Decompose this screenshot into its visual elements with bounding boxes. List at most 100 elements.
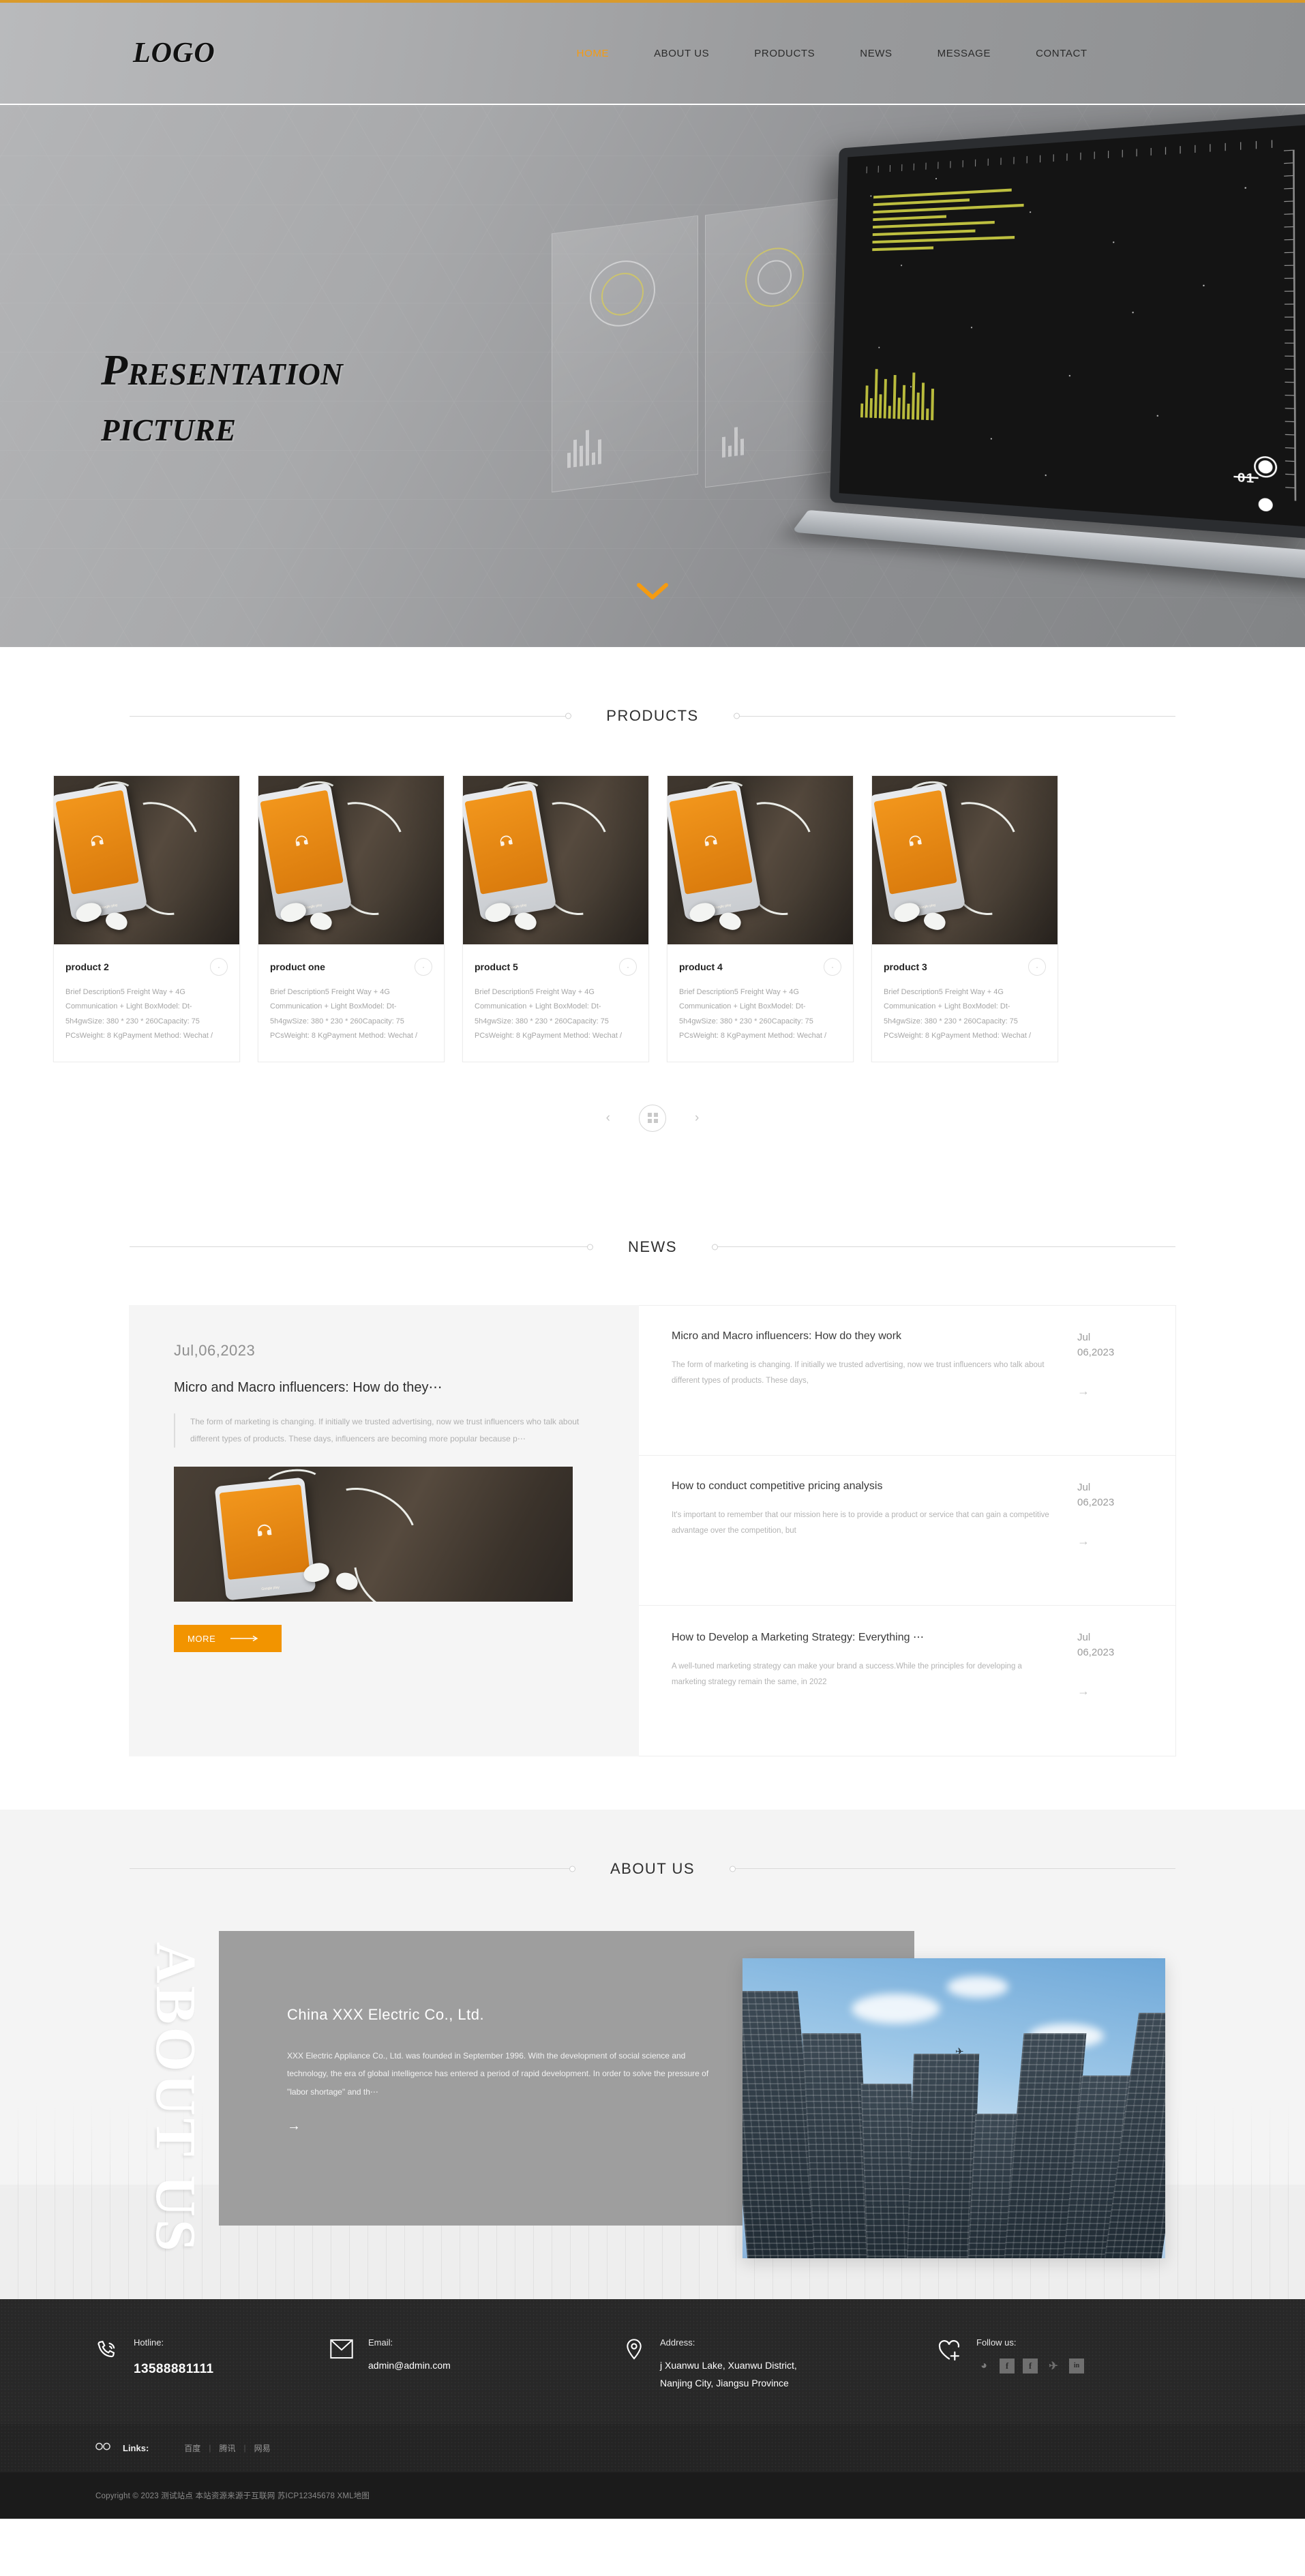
footer-address-label: Address: — [660, 2337, 695, 2348]
featured-news-card[interactable]: Jul,06,2023 Micro and Macro influencers:… — [129, 1304, 639, 1756]
footer-address-value: j Xuanwu Lake, Xuanwu District, Nanjing … — [660, 2357, 797, 2393]
news-list-item[interactable]: How to Develop a Marketing Strategy: Eve… — [639, 1606, 1175, 1756]
nav-item-contact[interactable]: CONTACT — [1036, 48, 1088, 59]
grid-icon[interactable] — [639, 1104, 666, 1132]
heading-line-right — [712, 1244, 1175, 1250]
product-detail-button[interactable]: · — [210, 958, 228, 976]
footer-contact-bar: Hotline: 13588881111 Email: admin@admin.… — [0, 2298, 1305, 2424]
footer-copyright-bar: Copyright © 2023 测试站点 本站资源来源于互联网 苏ICP123… — [0, 2472, 1305, 2519]
news-title: NEWS — [628, 1238, 677, 1255]
linkedin-icon[interactable]: in — [1069, 2358, 1084, 2373]
hero-title-line1: Presentation — [101, 346, 344, 394]
heading-line-left — [130, 713, 572, 719]
news-more-button[interactable]: MORE — [174, 1625, 282, 1653]
product-detail-button[interactable]: · — [619, 958, 637, 976]
product-detail-button[interactable]: · — [415, 958, 432, 976]
arrow-right-icon[interactable]: → — [1077, 1684, 1090, 1698]
nav-item-news[interactable]: NEWS — [860, 48, 892, 59]
hero-slide-dot-2[interactable] — [1258, 497, 1273, 512]
product-card[interactable]: Google play product 2 · Brief Descriptio… — [53, 775, 240, 1062]
footer-link-netease[interactable]: 网易 — [254, 2442, 271, 2454]
laptop-screen: 01 — [830, 113, 1305, 540]
main-navigation: HOME ABOUT US PRODUCTS NEWS MESSAGE CONT… — [577, 48, 1088, 59]
product-detail-button[interactable]: · — [824, 958, 841, 976]
product-card[interactable]: Google play product one · Brief Descript… — [258, 775, 445, 1062]
facebook-icon[interactable]: f — [1000, 2358, 1015, 2373]
featured-news-date: Jul,06,2023 — [174, 1341, 256, 1359]
hero-banner: Presentation picture 01 — [0, 105, 1305, 647]
product-detail-button[interactable]: · — [1028, 958, 1046, 976]
news-list-item[interactable]: How to conduct competitive pricing analy… — [639, 1456, 1175, 1606]
carousel-next-button[interactable]: › — [695, 1111, 699, 1126]
news-item-date: Jul 06,2023 — [1077, 1630, 1114, 1661]
product-description: Brief Description5 Freight Way + 4G Comm… — [884, 988, 1032, 1040]
product-description: Brief Description5 Freight Way + 4G Comm… — [679, 988, 827, 1040]
product-name: product 5 — [475, 961, 518, 972]
laptop-illustration: 01 — [792, 113, 1305, 585]
link-separator: | — [243, 2443, 246, 2453]
product-name: product 2 — [65, 961, 109, 972]
news-item-date-month: Jul — [1077, 1481, 1091, 1493]
news-item-excerpt: It's important to remember that our miss… — [672, 1510, 1049, 1536]
news-item-date-month: Jul — [1077, 1331, 1091, 1343]
link-separator: | — [209, 2443, 211, 2453]
facebook-alt-icon[interactable]: f — [1023, 2358, 1038, 2373]
product-image: Google play — [463, 776, 648, 944]
hero-title-line2: picture — [101, 401, 237, 450]
hero-title: Presentation picture — [101, 342, 343, 454]
news-item-excerpt: The form of marketing is changing. If in… — [672, 1360, 1045, 1386]
footer-link-tencent[interactable]: 腾讯 — [219, 2442, 235, 2454]
about-section-heading: ABOUT US — [0, 1860, 1305, 1878]
product-description: Brief Description5 Freight Way + 4G Comm… — [475, 988, 622, 1040]
hero-slide-number: 01 — [1237, 470, 1255, 486]
screen-waveform — [860, 358, 935, 421]
chevron-down-icon[interactable] — [636, 581, 669, 605]
news-item-title: How to Develop a Marketing Strategy: Eve… — [672, 1631, 924, 1643]
carousel-prev-button[interactable]: ‹ — [606, 1111, 610, 1126]
news-item-date: Jul 06,2023 — [1077, 1330, 1114, 1361]
about-more-arrow-icon[interactable]: → — [287, 2118, 301, 2134]
footer-hotline-block: Hotline: 13588881111 — [57, 2337, 330, 2381]
footer-email-value[interactable]: admin@admin.com — [368, 2357, 451, 2375]
news-list-item[interactable]: Micro and Macro influencers: How do they… — [639, 1306, 1175, 1456]
footer-hotline-value[interactable]: 13588881111 — [134, 2357, 214, 2381]
footer-follow-block: Follow us: ◕ f f ✈ in — [937, 2337, 1248, 2373]
product-name: product 4 — [679, 961, 723, 972]
arrow-right-icon[interactable]: → — [1077, 1384, 1090, 1398]
heading-line-right — [733, 713, 1176, 719]
product-name: product one — [270, 961, 325, 972]
product-image: Google play — [872, 776, 1058, 944]
product-card[interactable]: Google play product 3 · Brief Descriptio… — [871, 775, 1058, 1062]
news-item-title: How to conduct competitive pricing analy… — [672, 1480, 883, 1492]
hero-illustration: 01 — [541, 105, 1305, 647]
news-more-label: MORE — [188, 1633, 216, 1644]
featured-news-image: Google play — [174, 1467, 573, 1602]
nav-item-message[interactable]: MESSAGE — [937, 48, 991, 59]
location-pin-icon — [623, 2339, 645, 2367]
site-logo[interactable]: LOGO — [133, 37, 215, 70]
footer-hotline-label: Hotline: — [134, 2337, 164, 2348]
product-card[interactable]: Google play product 5 · Brief Descriptio… — [462, 775, 649, 1062]
nav-item-products[interactable]: PRODUCTS — [754, 48, 815, 59]
news-item-excerpt: A well-tuned marketing strategy can make… — [672, 1662, 1022, 1687]
product-card[interactable]: Google play product 4 · Brief Descriptio… — [667, 775, 854, 1062]
news-content: Jul,06,2023 Micro and Macro influencers:… — [129, 1304, 1176, 1756]
footer-social-links: ◕ f f ✈ in — [976, 2358, 1084, 2373]
product-description: Brief Description5 Freight Way + 4G Comm… — [65, 988, 213, 1040]
footer-friend-links: 百度 | 腾讯 | 网易 — [184, 2442, 270, 2454]
footer-address-block: Address: j Xuanwu Lake, Xuanwu District,… — [623, 2337, 937, 2393]
hologram-panel-2 — [705, 196, 852, 488]
twitter-icon[interactable]: ✈ — [1046, 2358, 1061, 2373]
news-item-date-day: 06,2023 — [1077, 1497, 1115, 1509]
hero-slide-dots — [1258, 460, 1273, 512]
nav-item-home[interactable]: HOME — [577, 48, 609, 59]
arrow-right-icon[interactable]: → — [1077, 1534, 1090, 1548]
wechat-icon[interactable]: ◕ — [976, 2358, 991, 2373]
news-section-heading: NEWS — [0, 1238, 1305, 1256]
hero-slide-dot-1[interactable] — [1258, 460, 1273, 474]
footer-follow-label: Follow us: — [976, 2337, 1017, 2348]
nav-item-about-us[interactable]: ABOUT US — [654, 48, 709, 59]
footer-link-baidu[interactable]: 百度 — [184, 2442, 200, 2454]
products-carousel-viewport: Google play product 2 · Brief Descriptio… — [0, 775, 1305, 1062]
product-name: product 3 — [884, 961, 927, 972]
